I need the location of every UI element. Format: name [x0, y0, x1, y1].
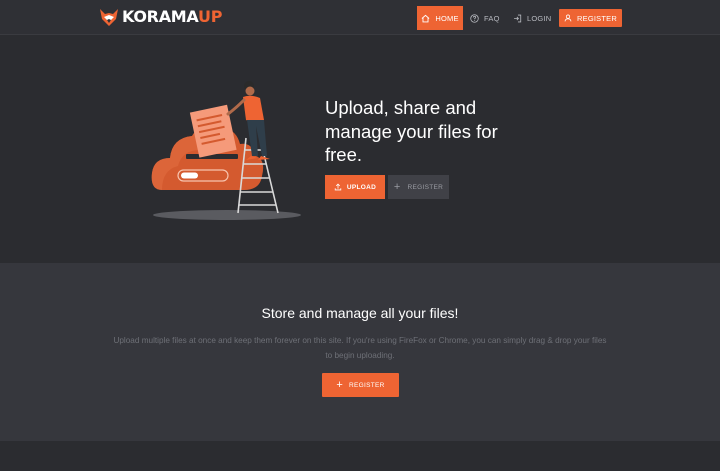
- nav-home-button[interactable]: HOME: [417, 6, 463, 30]
- nav-login-link[interactable]: LOGIN: [513, 6, 551, 30]
- hero-register-label: REGISTER: [407, 183, 444, 191]
- features-register-label: REGISTER: [349, 381, 385, 389]
- upload-icon: [334, 183, 342, 191]
- nav-home-label: HOME: [435, 13, 459, 23]
- site-logo[interactable]: KORAMAUP: [99, 6, 222, 28]
- plus-icon: +: [393, 181, 401, 193]
- logo-text: KORAMAUP: [122, 6, 222, 28]
- nav-register-button[interactable]: REGISTER: [559, 9, 622, 27]
- fox-logo-icon: [100, 9, 118, 26]
- nav-register-label: REGISTER: [577, 13, 617, 23]
- upload-button[interactable]: UPLOAD: [325, 175, 385, 199]
- upload-button-label: UPLOAD: [346, 183, 377, 191]
- features-register-button[interactable]: + REGISTER: [322, 373, 399, 397]
- top-navbar: KORAMAUP HOME FAQ LOGIN REGISTER: [0, 0, 720, 35]
- plus-icon: +: [336, 379, 344, 391]
- user-icon: [564, 14, 572, 22]
- features-description: Upload multiple files at once and keep t…: [113, 336, 607, 360]
- footer: [0, 441, 720, 471]
- question-circle-icon: [470, 13, 479, 23]
- features-title: Store and manage all your files!: [261, 305, 459, 321]
- hero-title: Upload, share and manage your files for …: [325, 97, 498, 165]
- cloud-upload-illustration: [151, 81, 301, 220]
- logo-text-part1: KORAMA: [122, 7, 198, 26]
- nav-login-label: LOGIN: [527, 13, 552, 23]
- nav-faq-label: FAQ: [484, 13, 500, 23]
- features-section: Store and manage all your files! Upload …: [0, 263, 720, 441]
- hero-register-button[interactable]: + REGISTER: [388, 175, 449, 199]
- login-icon: [514, 14, 522, 22]
- nav-faq-link[interactable]: FAQ: [470, 6, 500, 30]
- logo-text-part2: UP: [198, 7, 223, 26]
- home-icon: [421, 14, 430, 22]
